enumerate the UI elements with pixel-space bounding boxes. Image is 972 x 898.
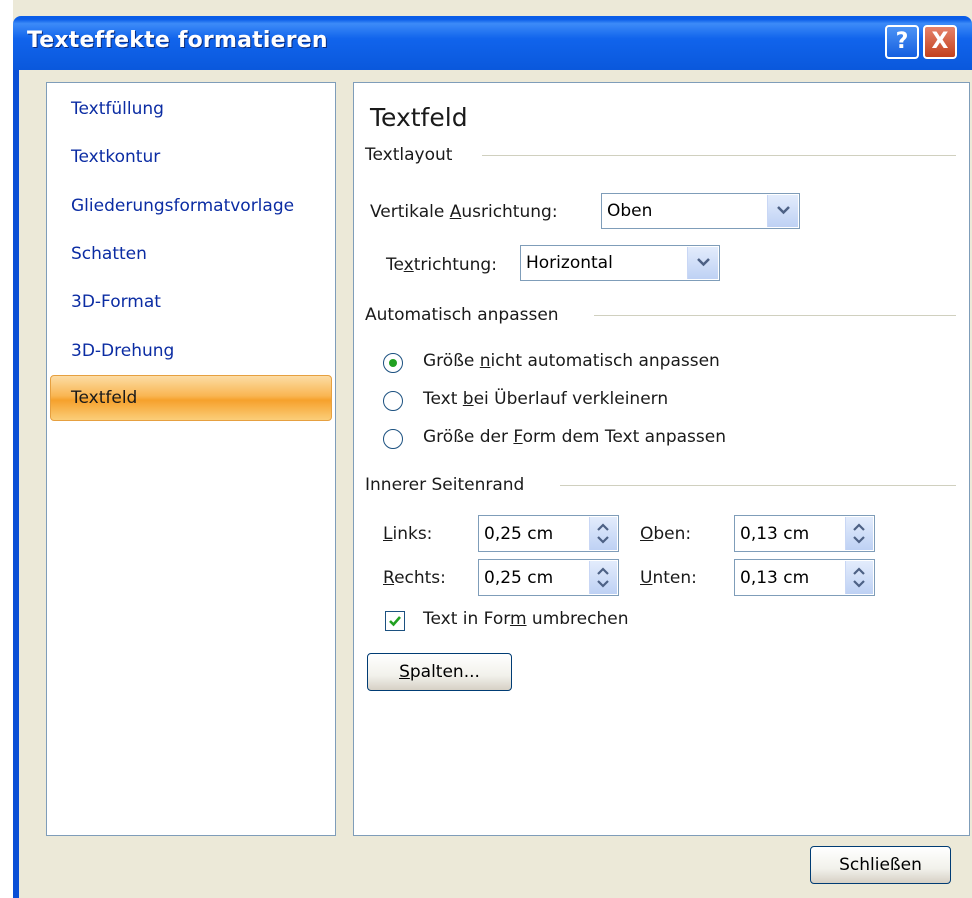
margin-top-label: Oben: — [640, 524, 692, 544]
vertical-alignment-label: Vertikale Ausrichtung: — [370, 202, 558, 222]
dialog-window: Texteffekte formatieren ? X Textfüllung … — [13, 0, 972, 898]
autofit-shrink-label[interactable]: Text bei Überlauf verkleinern — [423, 389, 668, 409]
nav-item-textfeld[interactable]: Textfeld — [50, 375, 332, 421]
nav-item-gliederungsformatvorlage[interactable]: Gliederungsformatvorlage — [71, 196, 294, 216]
spin-up-icon — [853, 523, 865, 531]
settings-panel: Textfeld Textlayout Vertikale Ausrichtun… — [353, 82, 970, 836]
category-list: Textfüllung Textkontur Gliederungsformat… — [46, 82, 336, 836]
vertical-alignment-value: Oben — [607, 201, 653, 221]
chevron-down-icon — [777, 206, 790, 215]
margin-bottom-label: Unten: — [640, 568, 697, 588]
autofit-shrink-radio[interactable] — [383, 391, 403, 411]
spin-up-icon — [853, 567, 865, 575]
text-direction-label: Textrichtung: — [386, 255, 497, 275]
dropdown-arrow-button[interactable] — [767, 195, 798, 227]
autofit-none-label[interactable]: Größe nicht automatisch anpassen — [423, 351, 720, 371]
autofit-resize-label[interactable]: Größe der Form dem Text anpassen — [423, 427, 726, 447]
chevron-down-icon — [697, 258, 710, 267]
group-title-textlayout: Textlayout — [365, 145, 453, 165]
margin-left-value: 0,25 cm — [484, 524, 554, 544]
autofit-resize-radio[interactable] — [383, 429, 403, 449]
text-direction-select[interactable]: Horizontal — [520, 245, 720, 281]
nav-item-textkontur[interactable]: Textkontur — [71, 147, 160, 167]
spin-down-icon — [597, 580, 609, 588]
margin-left-label: Links: — [383, 524, 433, 544]
margin-left-spinner[interactable]: 0,25 cm — [478, 515, 619, 552]
text-direction-value: Horizontal — [526, 253, 613, 273]
dialog-title: Texteffekte formatieren — [27, 28, 328, 53]
spin-down-icon — [853, 536, 865, 544]
section-heading: Textfeld — [370, 103, 468, 132]
spin-buttons[interactable] — [589, 561, 617, 594]
title-bar[interactable]: Texteffekte formatieren ? X — [13, 16, 972, 70]
margin-top-spinner[interactable]: 0,13 cm — [734, 515, 875, 552]
spin-buttons[interactable] — [589, 517, 617, 550]
margin-right-spinner[interactable]: 0,25 cm — [478, 559, 619, 596]
group-divider — [560, 485, 956, 486]
dropdown-arrow-button[interactable] — [687, 247, 718, 279]
checkmark-icon — [389, 616, 401, 627]
margin-top-value: 0,13 cm — [740, 524, 810, 544]
help-icon: ? — [895, 29, 909, 54]
close-dialog-button[interactable]: Schließen — [810, 846, 951, 884]
nav-item-3d-format[interactable]: 3D-Format — [71, 292, 161, 312]
group-title-innerer-seitenrand: Innerer Seitenrand — [365, 475, 525, 495]
spin-buttons[interactable] — [845, 517, 873, 550]
spin-down-icon — [597, 536, 609, 544]
help-button[interactable]: ? — [885, 25, 919, 59]
window-frame — [13, 70, 19, 898]
group-divider — [482, 155, 956, 156]
nav-item-textfuellung[interactable]: Textfüllung — [71, 99, 164, 119]
margin-bottom-spinner[interactable]: 0,13 cm — [734, 559, 875, 596]
spin-down-icon — [853, 580, 865, 588]
nav-item-schatten[interactable]: Schatten — [71, 244, 147, 264]
nav-item-3d-drehung[interactable]: 3D-Drehung — [71, 341, 174, 361]
radio-selected-dot — [389, 359, 397, 367]
wrap-text-label[interactable]: Text in Form umbrechen — [423, 609, 628, 629]
wrap-text-checkbox[interactable] — [385, 611, 405, 631]
vertical-alignment-select[interactable]: Oben — [601, 193, 800, 229]
autofit-none-radio[interactable] — [383, 353, 403, 373]
spin-up-icon — [597, 523, 609, 531]
close-button[interactable]: X — [923, 25, 957, 59]
group-divider — [594, 315, 956, 316]
margin-right-label: Rechts: — [383, 568, 446, 588]
columns-button[interactable]: Spalten... — [367, 653, 512, 691]
margin-right-value: 0,25 cm — [484, 568, 554, 588]
spin-buttons[interactable] — [845, 561, 873, 594]
group-title-automatisch-anpassen: Automatisch anpassen — [365, 305, 559, 325]
close-icon: X — [931, 29, 949, 54]
spin-up-icon — [597, 567, 609, 575]
margin-bottom-value: 0,13 cm — [740, 568, 810, 588]
